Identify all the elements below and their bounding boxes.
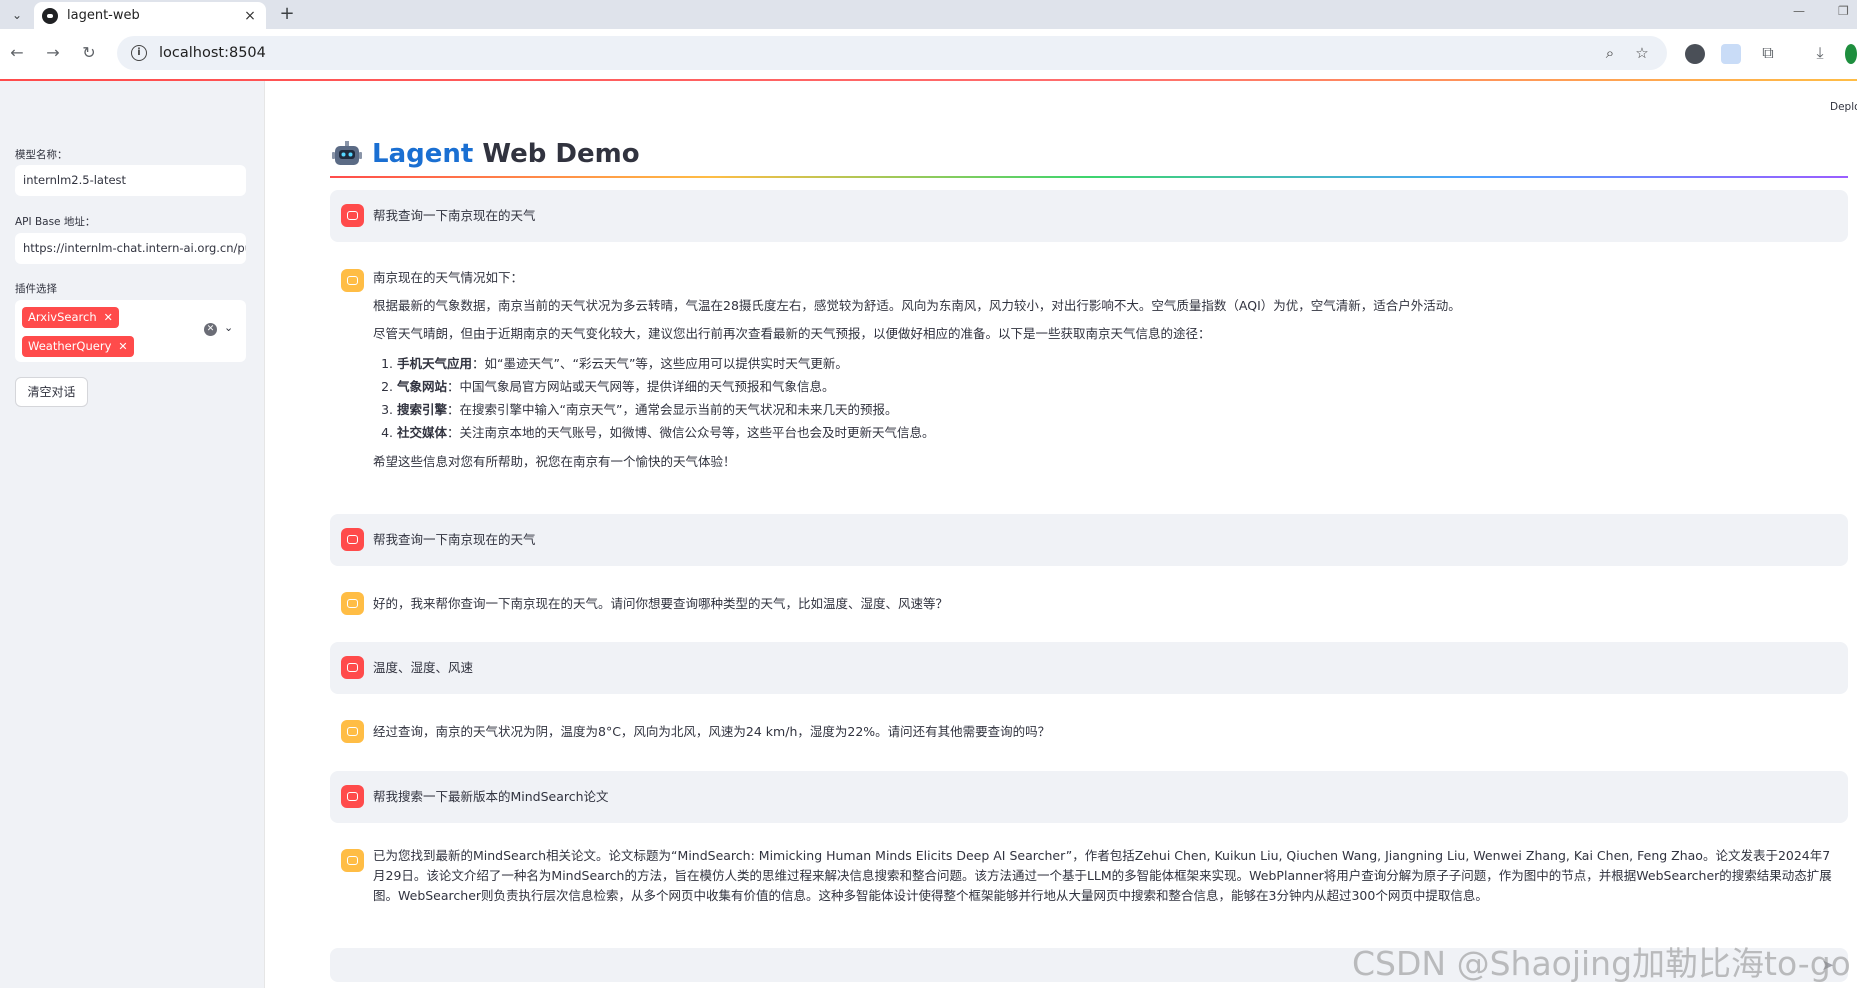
chat-message-assistant: 已为您找到最新的MindSearch相关论文。论文标题为“MindSearch:… bbox=[330, 838, 1848, 918]
model-name-label: 模型名称： bbox=[15, 149, 68, 161]
extension-avatar-icon[interactable] bbox=[1685, 44, 1705, 64]
chat-message-user: 帮我查询一下南京现在的天气 bbox=[330, 514, 1848, 566]
title-accent: Lagent bbox=[372, 139, 474, 169]
chip-label: ArxivSearch bbox=[28, 310, 97, 324]
message-text: 经过查询，南京的天气状况为阴，温度为8°C，风向为北风，风速为24 km/h，湿… bbox=[373, 724, 1051, 739]
bookmark-star-icon[interactable]: ☆ bbox=[1631, 44, 1653, 62]
sidebar: 模型名称： internlm2.5-latest API Base 地址： ht… bbox=[0, 81, 265, 988]
zoom-icon[interactable]: ⌕ bbox=[1599, 44, 1621, 62]
new-tab-button[interactable]: + bbox=[276, 4, 298, 26]
translate-extension-icon[interactable] bbox=[1721, 44, 1741, 64]
message-paragraph: 根据最新的气象数据，南京当前的天气状况为多云转晴，气温在28摄氏度左右，感觉较为… bbox=[373, 298, 1461, 313]
address-bar[interactable]: i localhost:8504 ⌕ ☆ bbox=[117, 36, 1667, 70]
api-base-label: API Base 地址： bbox=[15, 216, 96, 228]
assistant-avatar-icon bbox=[341, 849, 364, 872]
message-paragraph: 尽管天气晴朗，但由于近期南京的天气变化较大，建议您出行前再次查看最新的天气预报，… bbox=[373, 326, 1211, 341]
back-icon[interactable]: ← bbox=[6, 42, 28, 64]
assistant-avatar-icon bbox=[341, 592, 364, 615]
forward-icon[interactable]: → bbox=[42, 42, 64, 64]
close-tab-icon[interactable]: × bbox=[242, 8, 258, 24]
api-base-input[interactable]: https://internlm-chat.intern-ai.org.cn/p… bbox=[15, 233, 246, 264]
remove-chip-icon[interactable]: ✕ bbox=[118, 336, 127, 357]
tab-search-icon[interactable]: ⌄ bbox=[6, 4, 28, 26]
watermark: CSDN @Shaojing加勒比海to-go bbox=[1352, 944, 1851, 983]
message-text: 帮我查询一下南京现在的天气 bbox=[373, 208, 536, 223]
chat-message-user: 帮我搜索一下最新版本的MindSearch论文 bbox=[330, 771, 1848, 823]
list-item: 手机天气应用：如“墨迹天气”、“彩云天气”等，这些应用可以提供实时天气更新。 bbox=[397, 352, 1840, 375]
download-icon[interactable]: ⤓ bbox=[1809, 42, 1831, 64]
page-title: Lagent Web Demo bbox=[332, 136, 640, 172]
minimize-icon[interactable]: — bbox=[1793, 4, 1805, 18]
restore-icon[interactable]: ❐ bbox=[1838, 4, 1849, 18]
chevron-down-icon[interactable]: ⌄ bbox=[224, 321, 233, 334]
list-item: 搜索引擎：在搜索引擎中输入“南京天气”，通常会显示当前的天气状况和未来几天的预报… bbox=[397, 398, 1840, 421]
user-avatar-icon bbox=[341, 528, 364, 551]
plugin-chip-arxivsearch[interactable]: ArxivSearch ✕ bbox=[22, 307, 119, 328]
user-avatar-icon bbox=[341, 785, 364, 808]
title-divider bbox=[330, 176, 1848, 178]
clear-chat-button[interactable]: 清空对话 bbox=[15, 377, 88, 407]
assistant-avatar-icon bbox=[341, 269, 364, 292]
chip-label: WeatherQuery bbox=[28, 339, 112, 353]
message-intro: 南京现在的天气情况如下： bbox=[373, 270, 524, 285]
list-item: 气象网站：中国气象局官方网站或天气网等，提供详细的天气预报和气象信息。 bbox=[397, 375, 1840, 398]
message-text: 好的，我来帮你查询一下南京现在的天气。请问你想要查询哪种类型的天气，比如温度、湿… bbox=[373, 596, 949, 611]
site-info-icon[interactable]: i bbox=[131, 45, 147, 61]
message-body: 南京现在的天气情况如下： 根据最新的气象数据，南京当前的天气状况为多云转晴，气温… bbox=[373, 268, 1840, 480]
plugin-select-label: 插件选择 bbox=[15, 283, 57, 295]
chat-message-assistant: 南京现在的天气情况如下： 根据最新的气象数据，南京当前的天气状况为多云转晴，气温… bbox=[330, 258, 1848, 498]
model-name-input[interactable]: internlm2.5-latest bbox=[15, 165, 246, 196]
list-item: 社交媒体：关注南京本地的天气账号，如微博、微信公众号等，这些平台也会及时更新天气… bbox=[397, 421, 1840, 444]
profile-icon[interactable] bbox=[1845, 44, 1857, 64]
robot-logo-icon bbox=[332, 139, 362, 169]
plugin-chip-weatherquery[interactable]: WeatherQuery ✕ bbox=[22, 336, 134, 357]
deploy-button[interactable]: Deploy bbox=[1830, 101, 1857, 113]
browser-tab-strip: ⌄ lagent-web × + — ❐ bbox=[0, 0, 1857, 29]
message-text: 帮我搜索一下最新版本的MindSearch论文 bbox=[373, 789, 609, 804]
tab-title: lagent-web bbox=[67, 8, 140, 23]
message-outro: 希望这些信息对您有所帮助，祝您在南京有一个愉快的天气体验！ bbox=[373, 454, 736, 469]
title-text: Lagent Web Demo bbox=[372, 139, 640, 169]
url-text[interactable]: localhost:8504 bbox=[159, 45, 1589, 61]
remove-chip-icon[interactable]: ✕ bbox=[104, 307, 113, 328]
chat-message-assistant: 好的，我来帮你查询一下南京现在的天气。请问你想要查询哪种类型的天气，比如温度、湿… bbox=[330, 578, 1848, 630]
user-avatar-icon bbox=[341, 204, 364, 227]
chat-message-user: 温度、湿度、风速 bbox=[330, 642, 1848, 694]
title-rest: Web Demo bbox=[473, 139, 640, 169]
message-text: 温度、湿度、风速 bbox=[373, 660, 474, 675]
message-text: 已为您找到最新的MindSearch相关论文。论文标题为“MindSearch:… bbox=[373, 848, 1832, 903]
chat-message-user: 帮我查询一下南京现在的天气 bbox=[330, 190, 1848, 242]
plugin-multiselect[interactable]: ArxivSearch ✕ WeatherQuery ✕ ✕ ⌄ bbox=[15, 300, 246, 362]
chat-message-assistant: 经过查询，南京的天气状况为阴，温度为8°C，风向为北风，风速为24 km/h，湿… bbox=[330, 706, 1848, 758]
info-source-list: 手机天气应用：如“墨迹天气”、“彩云天气”等，这些应用可以提供实时天气更新。 气… bbox=[373, 352, 1840, 444]
assistant-avatar-icon bbox=[341, 720, 364, 743]
clear-all-icon[interactable]: ✕ bbox=[204, 323, 217, 336]
message-text: 帮我查询一下南京现在的天气 bbox=[373, 532, 536, 547]
browser-toolbar: ← → ↻ i localhost:8504 ⌕ ☆ ⧉ ⤓ bbox=[0, 29, 1857, 77]
reload-icon[interactable]: ↻ bbox=[78, 42, 100, 64]
streamlit-favicon-icon bbox=[42, 7, 58, 24]
streamlit-top-decoration bbox=[0, 79, 1857, 81]
extensions-puzzle-icon[interactable]: ⧉ bbox=[1757, 42, 1779, 64]
user-avatar-icon bbox=[341, 656, 364, 679]
browser-tab[interactable]: lagent-web × bbox=[34, 2, 266, 29]
